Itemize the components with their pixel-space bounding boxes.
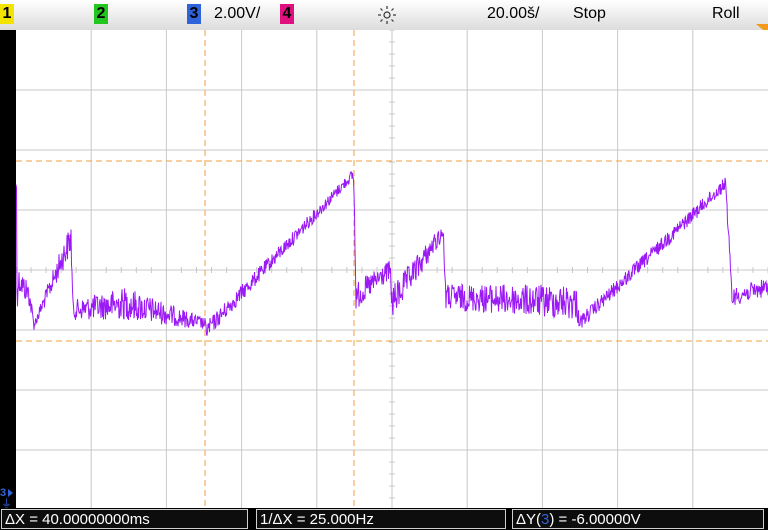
channel-2-key[interactable]: 2 xyxy=(94,4,108,24)
channel-3-scale[interactable]: 2.00V/ xyxy=(214,4,260,24)
delta-x-readout[interactable]: ΔX = 40.00000000ms xyxy=(1,509,248,529)
channel-1-key[interactable]: 1 xyxy=(0,4,14,24)
delta-y-prefix: ΔY( xyxy=(516,511,542,528)
delta-y-value: ) = -6.00000V xyxy=(549,511,641,528)
waveform-display[interactable] xyxy=(16,30,768,510)
acquisition-mode[interactable]: Roll xyxy=(712,4,740,24)
inverse-delta-x-readout[interactable]: 1/ΔX = 25.000Hz xyxy=(256,509,506,529)
timebase-scale[interactable]: 20.00š/ xyxy=(487,4,539,24)
channel-4-key[interactable]: 4 xyxy=(280,4,294,24)
channel-3-ground-marker[interactable]: 3 ⏚ xyxy=(0,488,16,510)
run-state[interactable]: Stop xyxy=(573,4,606,24)
channel-3-key[interactable]: 3 xyxy=(187,4,201,24)
ground-arrow-icon xyxy=(8,489,13,497)
graticule xyxy=(16,30,768,510)
delta-y-readout[interactable]: ΔY(3) = -6.00000V xyxy=(512,509,764,529)
measurement-bar: ΔX = 40.00000000ms 1/ΔX = 25.000Hz ΔY(3)… xyxy=(0,508,768,530)
trigger-sun-icon[interactable] xyxy=(377,5,397,25)
scope-plot[interactable] xyxy=(16,30,768,510)
ground-symbol-icon: ⏚ xyxy=(1,497,12,510)
channel-toolbar: 1 2 3 2.00V/ 4 20.00š/ Stop Roll xyxy=(0,0,768,34)
